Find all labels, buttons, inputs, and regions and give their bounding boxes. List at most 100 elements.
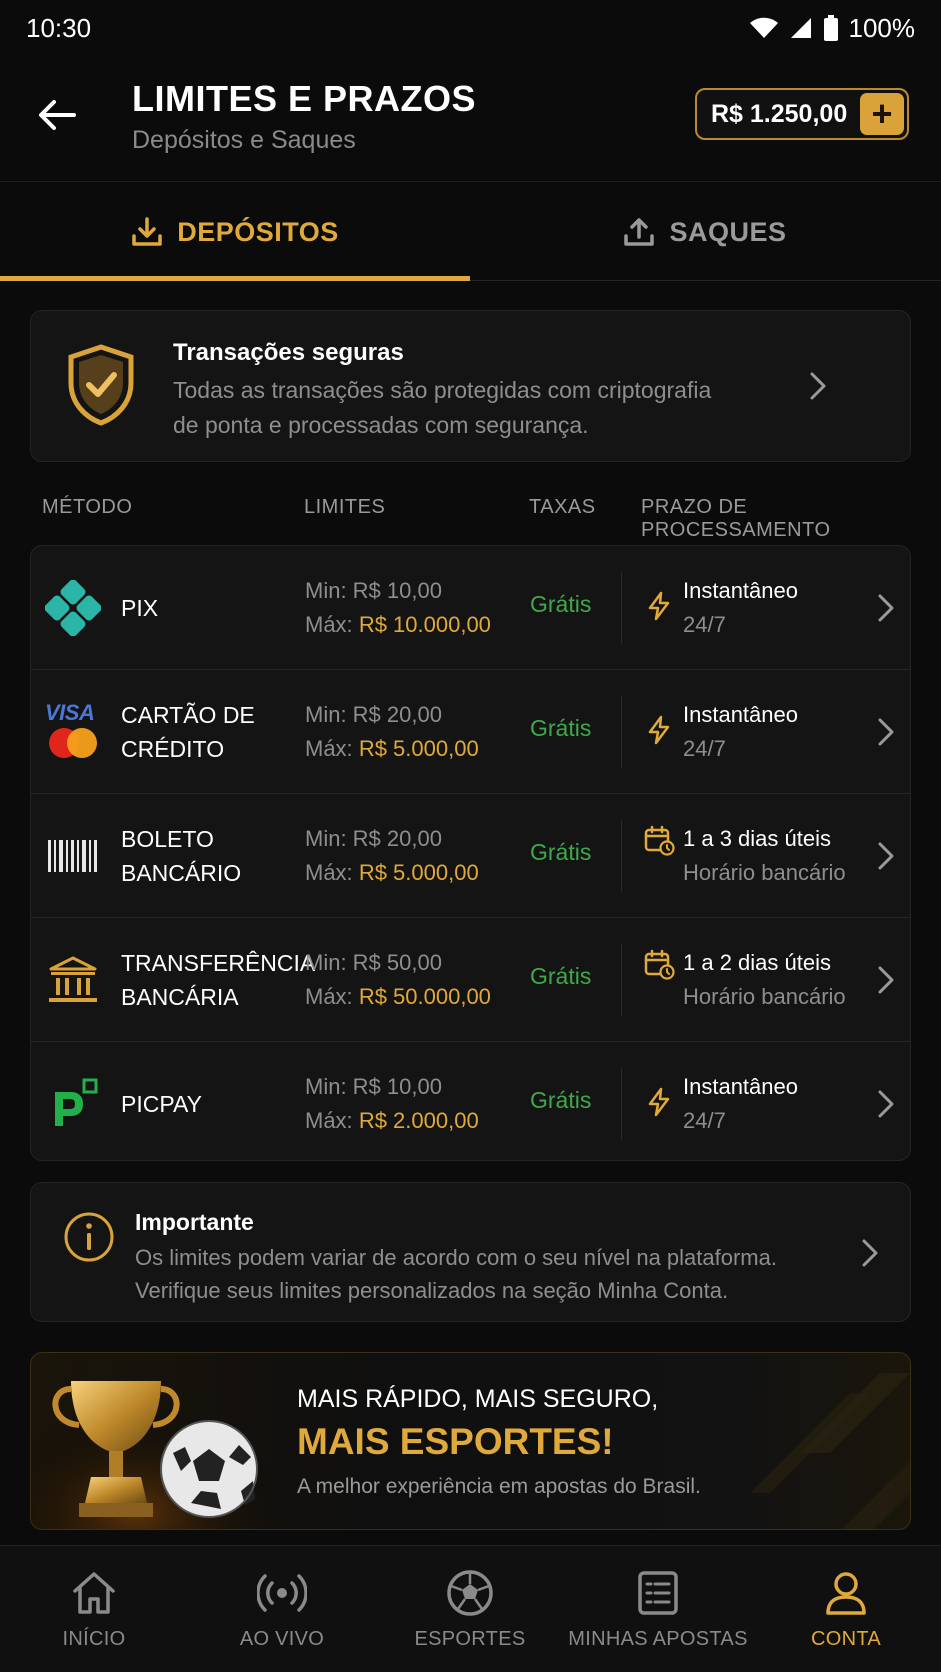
calendar-clock-icon: [644, 825, 675, 856]
tab-withdrawals-label: SAQUES: [669, 216, 787, 247]
column-divider: [621, 1068, 622, 1140]
header-method: MÉTODO: [42, 496, 133, 518]
pix-icon: [45, 580, 101, 636]
barcode-icon: [48, 840, 97, 872]
chevron-right-icon: [878, 842, 894, 870]
promo-highlight: MAIS ESPORTES!: [297, 1421, 614, 1462]
table-header: MÉTODO LIMITES TAXAS PRAZO DE PROCESSAME…: [0, 496, 941, 541]
signal-icon: [790, 18, 811, 38]
tab-bar: DEPÓSITOS SAQUES: [0, 183, 941, 281]
processing-time-detail: Horário bancário: [683, 984, 846, 1009]
important-title: Importante: [135, 1209, 254, 1235]
method-name-line1: PIX: [121, 595, 159, 621]
processing-time-main: Instantâneo: [683, 578, 798, 603]
important-description: Os limites podem variar de acordo com o …: [135, 1245, 777, 1303]
max-limit: Máx: R$ 5.000,00: [305, 732, 479, 766]
promo-headline: MAIS RÁPIDO, MAIS SEGURO,: [297, 1385, 659, 1413]
app-header: LIMITES E PRAZOS Depósitos e Saques R$ 1…: [0, 56, 941, 182]
min-limit: Min: R$ 20,00: [305, 826, 442, 851]
method-name: BOLETO BANCÁRIO: [121, 822, 241, 890]
picpay-icon: [55, 1078, 98, 1126]
method-limits: Min: R$ 50,00 Máx: R$ 50.000,00: [305, 946, 491, 1014]
processing-time-detail: 24/7: [683, 736, 726, 761]
table-row-bank-transfer[interactable]: TRANSFERÊNCIA BANCÁRIA Min: R$ 50,00 Máx…: [31, 918, 910, 1042]
decorative-stripes: [750, 1373, 910, 1529]
trophy-soccer-ball-image: [31, 1353, 291, 1529]
header-fees: TAXAS: [529, 496, 596, 518]
chevron-right-icon: [878, 718, 894, 746]
add-funds-button[interactable]: +: [860, 93, 904, 135]
secure-description: Todas as transações são protegidas com c…: [173, 377, 712, 438]
method-limits: Min: R$ 10,00 Máx: R$ 10.000,00: [305, 574, 491, 642]
max-value: R$ 5.000,00: [358, 860, 479, 885]
fee-value: Grátis: [530, 963, 592, 989]
secure-transactions-card[interactable]: Transações seguras Todas as transações s…: [30, 310, 911, 462]
promo-banner[interactable]: MAIS RÁPIDO, MAIS SEGURO, MAIS ESPORTES!…: [30, 1352, 911, 1530]
fee-value: Grátis: [530, 839, 592, 865]
processing-time-main: Instantâneo: [683, 1074, 798, 1099]
user-icon: [826, 1572, 866, 1615]
method-name: TRANSFERÊNCIA BANCÁRIA: [121, 946, 315, 1014]
nav-home[interactable]: INÍCIO: [0, 1546, 188, 1672]
balance-widget[interactable]: R$ 1.250,00 +: [695, 88, 909, 140]
processing-time-detail: Horário bancário: [683, 860, 846, 885]
processing-time: Instantâneo 24/7: [683, 1070, 798, 1138]
lightning-icon: [648, 715, 670, 745]
table-row-picpay[interactable]: PICPAY Min: R$ 10,00 Máx: R$ 2.000,00 Gr…: [31, 1042, 910, 1160]
min-limit: Min: R$ 10,00: [305, 578, 442, 603]
method-name: CARTÃO DE CRÉDITO: [121, 698, 255, 766]
max-limit: Máx: R$ 5.000,00: [305, 856, 479, 890]
visa-logo: VISA: [45, 700, 95, 725]
fee-value: Grátis: [530, 715, 592, 741]
battery-percent: 100%: [848, 12, 916, 43]
bank-icon: [49, 956, 97, 1002]
table-row-credit-card[interactable]: VISA CARTÃO DE CRÉDITO Min: R$ 20,00 Máx…: [31, 670, 910, 794]
info-icon: [64, 1212, 114, 1262]
nav-sports-label: ESPORTES: [414, 1628, 526, 1650]
tab-deposits[interactable]: DEPÓSITOS: [0, 183, 470, 281]
nav-my-bets[interactable]: MINHAS APOSTAS: [564, 1546, 752, 1672]
max-label: Máx:: [305, 736, 353, 761]
credit-card-icon: VISA: [45, 700, 101, 758]
method-name: PIX: [121, 591, 158, 625]
home-icon: [73, 1572, 115, 1614]
secure-title: Transações seguras: [173, 339, 404, 366]
wifi-icon: [749, 17, 778, 38]
nav-account[interactable]: CONTA: [752, 1546, 940, 1672]
processing-time-detail: 24/7: [683, 612, 726, 637]
calendar-clock-icon: [644, 949, 675, 980]
min-limit: Min: R$ 50,00: [305, 950, 442, 975]
status-time: 10:30: [26, 12, 92, 43]
processing-time-main: 1 a 2 dias úteis: [683, 950, 831, 975]
method-name-line1: CARTÃO DE: [121, 702, 255, 728]
method-name: PICPAY: [121, 1087, 202, 1121]
max-label: Máx:: [305, 1108, 353, 1133]
max-label: Máx:: [305, 984, 353, 1009]
important-notice-card[interactable]: Importante Os limites podem variar de ac…: [30, 1182, 911, 1322]
min-limit: Min: R$ 20,00: [305, 702, 442, 727]
method-name-line2: BANCÁRIA: [121, 984, 239, 1010]
status-indicators: 100%: [749, 12, 916, 44]
column-divider: [621, 696, 622, 768]
chevron-right-icon: [878, 1090, 894, 1118]
nav-live-label: AO VIVO: [239, 1628, 325, 1650]
processing-time-main: 1 a 3 dias úteis: [683, 826, 831, 851]
fee-value: Grátis: [530, 1087, 592, 1113]
battery-icon: [823, 15, 838, 41]
chevron-right-icon: [862, 1239, 878, 1267]
table-row-boleto[interactable]: BOLETO BANCÁRIO Min: R$ 20,00 Máx: R$ 5.…: [31, 794, 910, 918]
back-arrow-icon[interactable]: [36, 94, 78, 136]
method-limits: Min: R$ 20,00 Máx: R$ 5.000,00: [305, 698, 479, 766]
method-name-line2: CRÉDITO: [121, 736, 225, 762]
column-divider: [621, 572, 622, 644]
column-divider: [621, 944, 622, 1016]
payment-methods-table: PIX Min: R$ 10,00 Máx: R$ 10.000,00 Grát…: [30, 545, 911, 1161]
table-row-pix[interactable]: PIX Min: R$ 10,00 Máx: R$ 10.000,00 Grát…: [31, 546, 910, 670]
balance-value: R$ 1.250,00: [711, 99, 848, 128]
page-title: LIMITES E PRAZOS: [132, 78, 477, 119]
page-subtitle: Depósitos e Saques: [132, 126, 356, 154]
nav-live[interactable]: AO VIVO: [188, 1546, 376, 1672]
tab-withdrawals[interactable]: SAQUES: [470, 183, 940, 281]
nav-sports[interactable]: ESPORTES: [376, 1546, 564, 1672]
chevron-right-icon: [878, 966, 894, 994]
